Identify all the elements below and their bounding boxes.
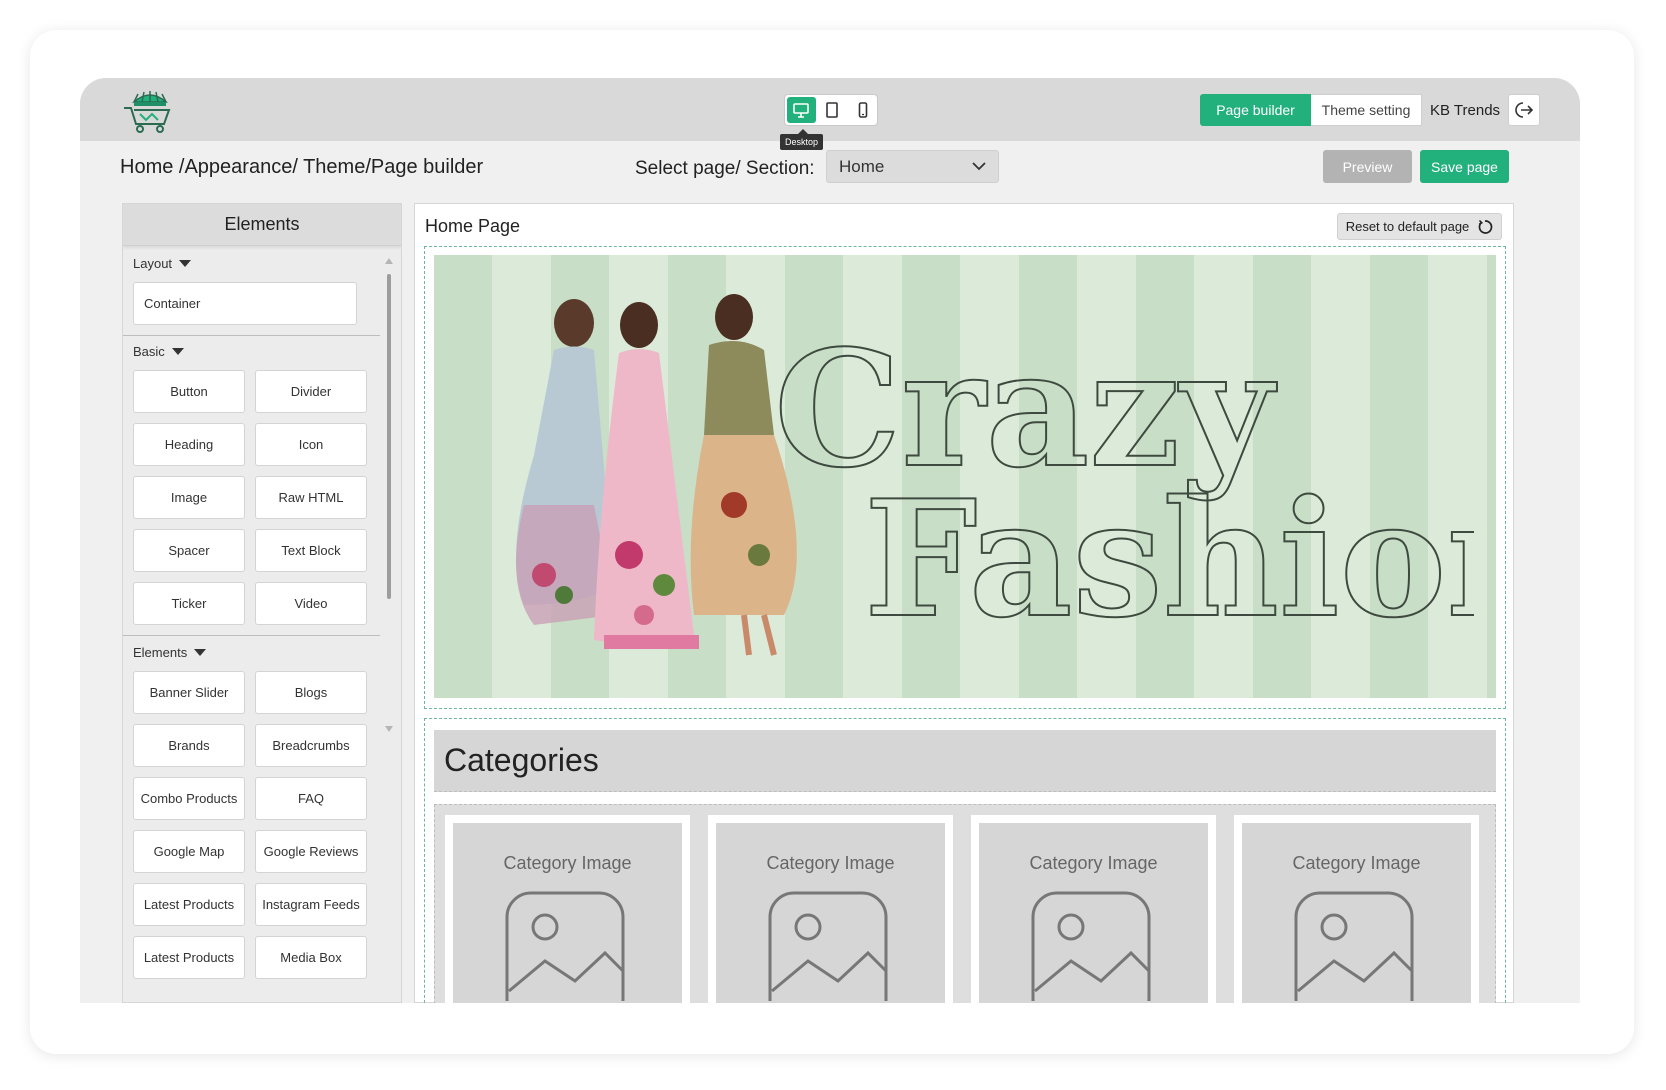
section-label: Layout <box>133 256 173 271</box>
device-toggle <box>784 94 878 126</box>
element-ticker[interactable]: Ticker <box>133 582 245 625</box>
element-divider[interactable]: Divider <box>255 370 367 413</box>
category-card[interactable]: Category Image <box>1234 815 1479 1003</box>
element-media-box[interactable]: Media Box <box>255 936 367 979</box>
store-logo-icon <box>124 91 171 133</box>
category-image-label: Category Image <box>1029 853 1158 873</box>
section-layout-toggle[interactable]: Layout <box>133 256 192 271</box>
element-button[interactable]: Button <box>133 370 245 413</box>
logout-icon <box>1515 102 1534 118</box>
element-image[interactable]: Image <box>133 476 245 519</box>
category-image-placeholder: Category Image <box>453 823 682 1003</box>
page-canvas: Home Page Reset to default page Crazy Fa… <box>414 203 1514 1003</box>
panel-title: Elements <box>123 204 401 246</box>
element-heading[interactable]: Heading <box>133 423 245 466</box>
section-label: Basic <box>133 344 165 359</box>
top-bar: Desktop Page builder Theme setting KB Tr… <box>80 78 1580 150</box>
sidebar-scrollbar[interactable] <box>387 274 391 599</box>
mobile-view-button[interactable] <box>848 97 877 123</box>
categories-heading: Categories <box>434 730 1496 792</box>
element-latest-products[interactable]: Latest Products <box>133 883 245 926</box>
store-name: KB Trends <box>1430 101 1501 119</box>
tablet-view-button[interactable] <box>818 97 847 123</box>
image-placeholder-icon <box>505 891 625 1001</box>
element-brands[interactable]: Brands <box>133 724 245 767</box>
category-card[interactable]: Category Image <box>445 815 690 1003</box>
category-image-placeholder: Category Image <box>1242 823 1471 1003</box>
element-google-reviews[interactable]: Google Reviews <box>255 830 367 873</box>
element-icon[interactable]: Icon <box>255 423 367 466</box>
banner-headline: Crazy Fashion <box>774 315 1474 654</box>
device-tooltip: Desktop <box>780 129 824 150</box>
element-google-map[interactable]: Google Map <box>133 830 245 873</box>
selected-page-value: Home <box>839 156 885 176</box>
logout-button[interactable] <box>1508 94 1541 126</box>
category-image-label: Category Image <box>1292 853 1421 873</box>
category-card[interactable]: Category Image <box>971 815 1216 1003</box>
desktop-view-button[interactable] <box>787 97 816 123</box>
element-faq[interactable]: FAQ <box>255 777 367 820</box>
chevron-down-icon <box>972 162 986 171</box>
reset-label: Reset to default page <box>1345 219 1470 234</box>
banner-line-2: Fashion <box>864 465 1474 653</box>
section-divider <box>123 635 380 636</box>
canvas-title: Home Page <box>425 216 521 236</box>
category-image-label: Category Image <box>503 853 632 873</box>
section-divider <box>123 335 380 336</box>
category-list: Category Image Category Image Category I… <box>434 804 1496 1003</box>
select-page-label: Select page/ Section: <box>635 158 815 179</box>
element-container[interactable]: Container <box>133 282 357 325</box>
save-page-button[interactable]: Save page <box>1420 150 1509 183</box>
image-placeholder-icon <box>1294 891 1414 1001</box>
desktop-icon <box>793 102 810 118</box>
reset-icon <box>1479 219 1493 234</box>
element-video[interactable]: Video <box>255 582 367 625</box>
section-elements-toggle[interactable]: Elements <box>133 645 207 660</box>
breadcrumb: Home /Appearance/ Theme/Page builder <box>120 156 484 178</box>
image-placeholder-icon <box>768 891 888 1001</box>
tablet-icon <box>826 102 838 118</box>
preview-button[interactable]: Preview <box>1323 150 1412 183</box>
category-image-placeholder: Category Image <box>979 823 1208 1003</box>
element-blogs[interactable]: Blogs <box>255 671 367 714</box>
tab-theme-setting[interactable]: Theme setting <box>1311 94 1422 126</box>
tab-page-builder[interactable]: Page builder <box>1200 94 1311 126</box>
hero-banner[interactable]: Crazy Fashion <box>434 255 1496 698</box>
page-select-dropdown[interactable]: Home <box>826 150 999 183</box>
page-builder-app: Desktop Page builder Theme setting KB Tr… <box>80 78 1580 1003</box>
caret-down-icon <box>194 649 207 656</box>
elements-panel: Elements Layout Container Basic Button D… <box>122 203 402 1003</box>
element-banner-slider[interactable]: Banner Slider <box>133 671 245 714</box>
element-spacer[interactable]: Spacer <box>133 529 245 572</box>
image-placeholder-icon <box>1031 891 1151 1001</box>
element-instagram-feeds[interactable]: Instagram Feeds <box>255 883 367 926</box>
caret-down-icon <box>171 348 184 355</box>
caret-down-icon <box>179 260 192 267</box>
category-image-placeholder: Category Image <box>716 823 945 1003</box>
scroll-up-arrow-icon[interactable] <box>385 258 393 264</box>
section-basic-toggle[interactable]: Basic <box>133 344 184 359</box>
reset-default-button[interactable]: Reset to default page <box>1337 213 1502 240</box>
element-raw-html[interactable]: Raw HTML <box>255 476 367 519</box>
builder-tabs: Page builder Theme setting KB Trends <box>1200 94 1541 126</box>
category-image-label: Category Image <box>766 853 895 873</box>
category-card[interactable]: Category Image <box>708 815 953 1003</box>
element-combo-products[interactable]: Combo Products <box>133 777 245 820</box>
mobile-icon <box>858 102 867 118</box>
section-label: Elements <box>133 645 188 660</box>
element-text-block[interactable]: Text Block <box>255 529 367 572</box>
element-breadcrumbs[interactable]: Breadcrumbs <box>255 724 367 767</box>
element-latest-products[interactable]: Latest Products <box>133 936 245 979</box>
scroll-down-arrow-icon[interactable] <box>385 726 393 732</box>
